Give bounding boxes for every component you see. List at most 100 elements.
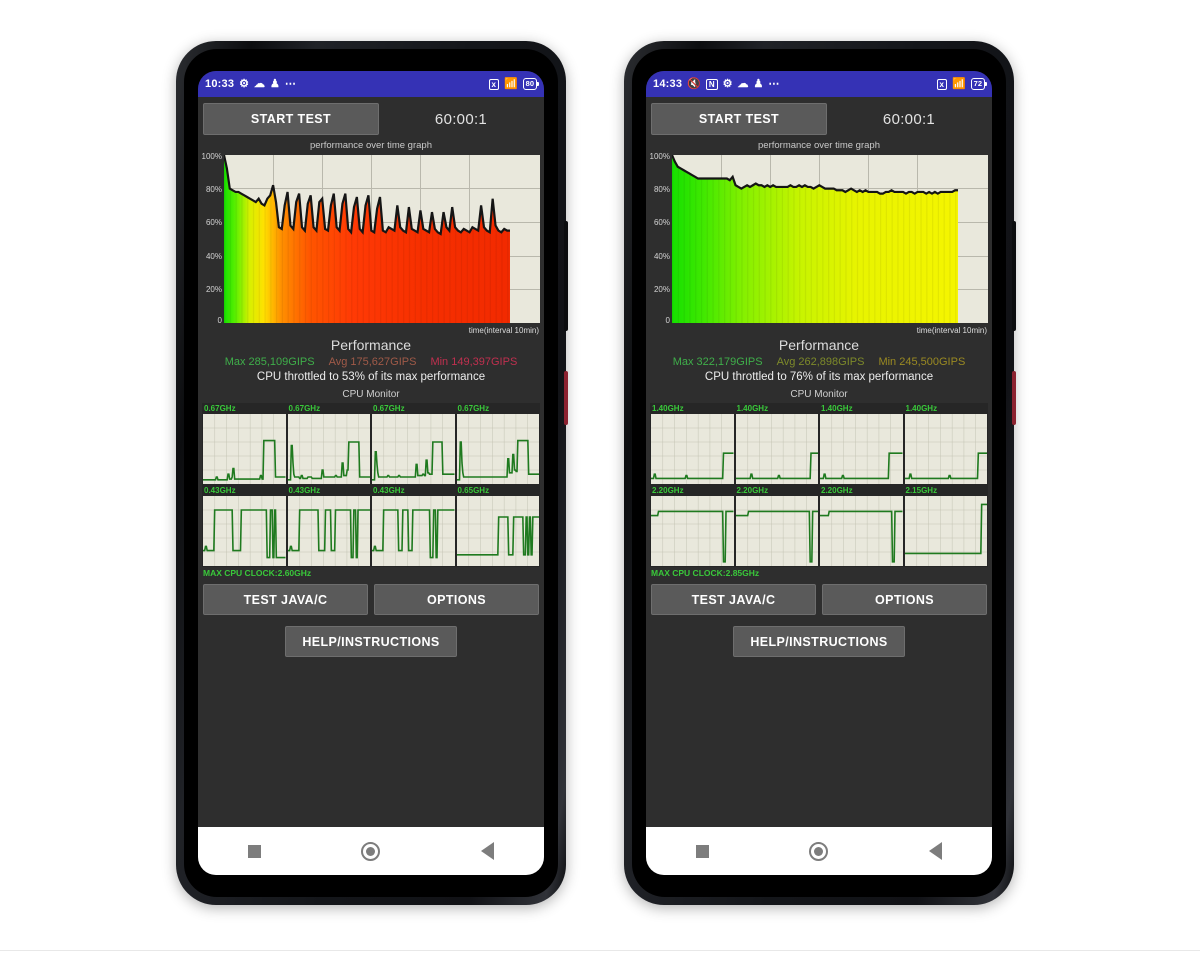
cpu-core-cell: 2.20GHz [651,486,734,566]
cpu-core-plot [203,414,286,484]
home-circle-icon[interactable] [809,841,829,861]
perf-max: Max 285,109GIPS [224,356,315,368]
performance-stats: Max 285,109GIPS Avg 175,627GIPS Min 149,… [198,356,544,368]
cpu-core-freq: 2.20GHz [821,486,853,495]
perf-avg: Avg 262,898GIPS [776,356,865,368]
power-button-right[interactable] [1012,371,1016,425]
recents-square-icon[interactable] [248,844,262,858]
cpu-core-freq: 2.15GHz [905,486,938,495]
volume-button-left[interactable] [564,221,568,331]
cpu-core-svg [372,414,455,484]
cpu-core-freq: 1.40GHz [652,404,684,413]
status-bar-left-group: 14:33 🔇 N ⚙ ☁ ♟ ⋯ [653,78,779,90]
cpu-core-plot [456,414,539,484]
perf-avg: Avg 175,627GIPS [328,356,417,368]
cpu-monitor-title: CPU Monitor [342,389,400,400]
perf-max: Max 322,179GIPS [672,356,763,368]
start-test-button[interactable]: START TEST [651,103,827,135]
cpu-core-freq: 0.65GHz [457,486,490,495]
cpu-core-cell: 0.43GHz [287,486,370,566]
no-sim-icon: x [488,78,499,90]
battery-icon: 72 [970,78,988,90]
cpu-core-plot [651,496,734,566]
y-tick-40: 40% [205,252,222,261]
home-circle-icon[interactable] [361,841,381,861]
cpu-core-svg [904,414,987,484]
cpu-core-cell: 2.20GHz [735,486,818,566]
y-tick-40: 40% [653,252,670,261]
cpu-core-plot [651,414,734,484]
person-icon: ♟ [753,77,764,90]
cpu-core-freq: 1.40GHz [905,404,938,413]
app-body-left: START TEST 60:00:1 performance over time… [198,97,544,875]
toolbar-left: START TEST 60:00:1 [198,97,544,139]
back-triangle-icon[interactable] [928,842,942,860]
recents-square-icon[interactable] [696,844,710,858]
cpu-core-svg [203,414,286,484]
cpu-core-cell: 0.67GHz [372,404,455,484]
y-tick-100: 100% [649,152,670,161]
cpu-core-plot [372,496,455,566]
graph-svg [672,155,988,323]
phone-device-right: 14:33 🔇 N ⚙ ☁ ♟ ⋯ x 📶 72 START TEST 60:0… [624,41,1016,905]
button-row-left: TEST JAVA/C OPTIONS [198,578,544,615]
cpu-core-freq: 0.67GHz [204,404,236,413]
volume-button-right[interactable] [1012,221,1016,331]
nfc-icon: N [705,78,718,90]
cpu-core-cell: 2.20GHz [820,486,903,566]
graph-x-label: time(interval 10min) [468,326,539,335]
mute-icon: 🔇 [687,77,701,90]
max-cpu-clock: MAX CPU CLOCK:2.60GHz [203,568,312,578]
throttle-note: CPU throttled to 53% of its max performa… [256,371,486,383]
start-test-button[interactable]: START TEST [203,103,379,135]
graph-title: performance over time graph [310,140,432,151]
gear-icon: ⚙ [239,77,250,90]
options-button[interactable]: OPTIONS [822,584,987,615]
button-row-right: TEST JAVA/C OPTIONS [646,578,992,615]
help-instructions-button[interactable]: HELP/INSTRUCTIONS [285,626,457,657]
cpu-core-plot [904,496,987,566]
back-triangle-icon[interactable] [480,842,494,860]
test-java-c-button[interactable]: TEST JAVA/C [203,584,368,615]
cpu-core-plot [203,496,286,566]
test-timer: 60:00:1 [882,110,936,128]
cpu-core-plot [372,414,455,484]
android-navbar-right [646,827,992,875]
y-tick-0: 0 [665,316,670,325]
more-dots-icon: ⋯ [284,77,296,90]
cpu-core-cell: 1.40GHz [904,404,987,484]
phone-device-left: 10:33 ⚙ ☁ ♟ ⋯ x 📶 80 START TEST 60:00:1 … [176,41,568,905]
cpu-core-cell: 1.40GHz [651,404,734,484]
test-java-c-button[interactable]: TEST JAVA/C [651,584,816,615]
cpu-core-freq: 2.20GHz [736,486,769,495]
cpu-core-svg [287,496,370,566]
cpu-core-cell: 0.67GHz [287,404,370,484]
help-instructions-button[interactable]: HELP/INSTRUCTIONS [733,626,905,657]
android-navbar-left [198,827,544,875]
y-tick-80: 80% [653,185,670,194]
cpu-core-cell: 0.43GHz [203,486,286,566]
cpu-core-cell: 0.43GHz [372,486,455,566]
y-tick-80: 80% [205,185,222,194]
cpu-core-freq: 0.43GHz [204,486,236,495]
cpu-core-plot [735,496,818,566]
gear-icon: ⚙ [722,77,733,90]
status-bar-left-group: 10:33 ⚙ ☁ ♟ ⋯ [205,78,296,90]
toolbar-right: START TEST 60:00:1 [646,97,992,139]
cloud-icon: ☁ [737,77,749,90]
graph-x-label: time(interval 10min) [916,326,987,335]
performance-heading: Performance [330,337,412,353]
phone-bezel-right: 14:33 🔇 N ⚙ ☁ ♟ ⋯ x 📶 72 START TEST 60:0… [632,49,1006,897]
cpu-core-svg [820,496,903,566]
options-button[interactable]: OPTIONS [374,584,539,615]
performance-graph-left: 100% 80% 60% 40% 20% 0 time(interval 10m… [198,151,544,335]
status-bar-right-group: x 📶 72 [936,78,988,90]
cpu-core-freq: 2.20GHz [652,486,684,495]
cloud-icon: ☁ [254,77,266,90]
cpu-monitor-grid-right: 1.40GHz 1.40GHz 1.40GHz 1.40GHz 2.20GHz … [650,403,988,567]
graph-plot-area [672,155,988,323]
power-button-left[interactable] [564,371,568,425]
y-tick-60: 60% [653,218,670,227]
status-bar-right: 14:33 🔇 N ⚙ ☁ ♟ ⋯ x 📶 72 [646,71,992,97]
cpu-core-plot [735,414,818,484]
